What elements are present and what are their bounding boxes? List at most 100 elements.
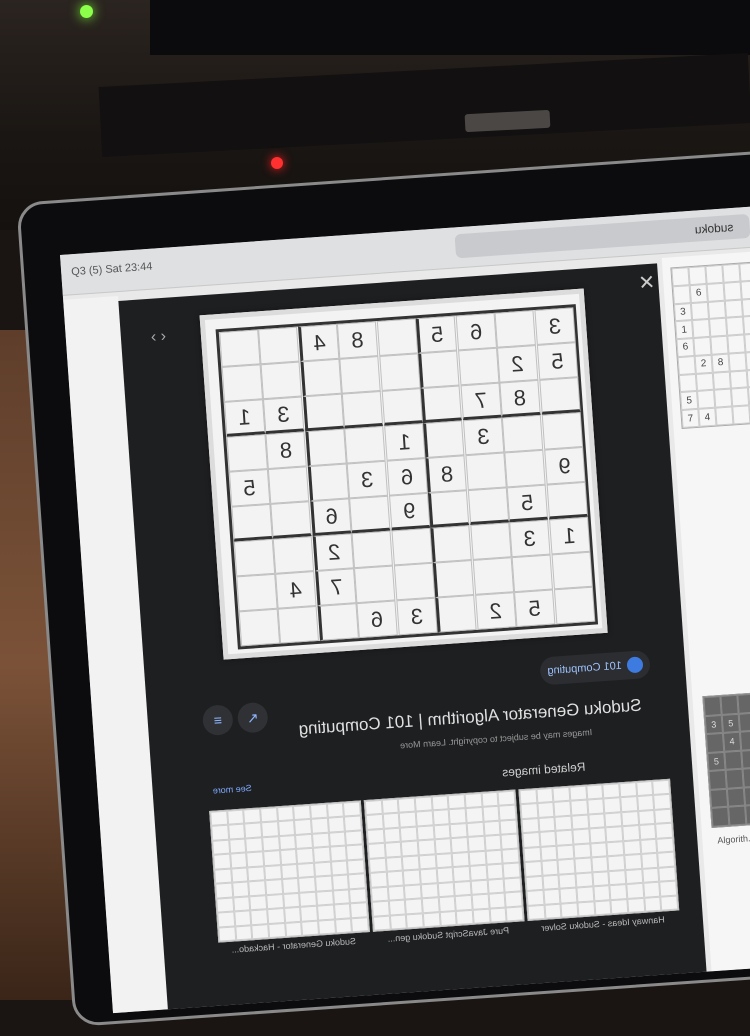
sudoku-cell: 1 xyxy=(223,399,266,437)
thumbnail-cell xyxy=(231,881,250,898)
thumbnail-cell xyxy=(569,785,587,802)
thumbnail-cell xyxy=(326,802,345,819)
mini-grid-cell xyxy=(706,733,725,753)
thumbnail-cell xyxy=(301,920,320,936)
related-thumbnail[interactable] xyxy=(518,778,680,922)
thumbnail-cell xyxy=(403,869,421,886)
thumbnail-cell xyxy=(466,821,485,838)
thumbnail-cell xyxy=(500,833,519,850)
thumbnail-cell xyxy=(234,924,253,941)
mini-grid-cell xyxy=(739,262,750,282)
thumbnail-cell xyxy=(484,834,502,851)
sudoku-cell xyxy=(393,562,436,601)
thumbnail-cell xyxy=(218,925,236,942)
sudoku-cell xyxy=(304,428,347,467)
mini-grid-cell: 4 xyxy=(698,407,717,427)
thumbnail-cell xyxy=(536,787,554,804)
thumbnail-cell xyxy=(369,871,388,888)
thumbnail-cell xyxy=(577,900,596,917)
sudoku-cell xyxy=(302,393,345,432)
thumbnail-cell xyxy=(519,789,538,805)
thumbnail-cell xyxy=(330,860,349,876)
thumbnail-cell xyxy=(499,819,518,835)
thumbnail-cell xyxy=(637,809,656,826)
mini-grid-cell xyxy=(709,318,728,337)
related-thumbnail[interactable] xyxy=(363,789,525,932)
thumbnail-cell xyxy=(388,899,407,916)
sudoku-cell xyxy=(538,377,581,415)
thumbnail-cell xyxy=(346,844,364,861)
thumbnail-cell xyxy=(653,794,672,810)
sudoku-cell xyxy=(260,361,303,400)
thumbnail-cell xyxy=(349,887,367,904)
thumbnail-cell xyxy=(263,850,281,867)
sudoku-cell xyxy=(299,358,342,397)
thumbnail-cell xyxy=(589,842,608,858)
mini-grid-cell: 3 xyxy=(673,302,693,322)
thumbnail-cell xyxy=(282,892,301,909)
sudoku-cell xyxy=(272,536,315,574)
mini-grid-cell xyxy=(728,805,747,826)
result-thumbnail[interactable]: 631628574 xyxy=(670,261,750,430)
thumbnail-cell xyxy=(502,862,521,879)
related-thumbnail[interactable] xyxy=(209,800,370,943)
thumbnail-cell xyxy=(450,837,469,853)
sudoku-image[interactable]: 4856325137881353689695231476325 xyxy=(199,288,608,660)
sudoku-cell: 2 xyxy=(496,345,539,383)
thumbnail-cell xyxy=(471,893,490,910)
thumbnail-cell xyxy=(371,900,390,917)
mini-grid-cell: 2 xyxy=(694,354,713,374)
mini-grid-cell xyxy=(738,712,750,732)
thumbnail-cell xyxy=(260,807,278,823)
thumbnail-cell xyxy=(329,845,348,862)
sudoku-cell xyxy=(341,390,384,429)
sudoku-cell: 6 xyxy=(454,312,497,351)
thumbnail-cell xyxy=(350,902,368,918)
sudoku-cell xyxy=(339,356,382,394)
nav-arrows-icon[interactable]: ‹ › xyxy=(150,328,166,347)
close-icon[interactable]: ✕ xyxy=(638,270,656,296)
thumbnail-cell xyxy=(619,782,637,798)
thumbnail-cell xyxy=(414,796,433,812)
mini-grid-cell xyxy=(745,804,750,825)
thumbnail-cell xyxy=(469,864,488,881)
thumbnail-cell xyxy=(370,886,389,902)
sudoku-cell: 4 xyxy=(297,323,340,362)
thumbnail-cell xyxy=(315,890,334,906)
sudoku-cell xyxy=(501,414,544,453)
mini-grid-cell xyxy=(741,749,750,769)
thumbnail-cell xyxy=(558,873,577,889)
thumbnail-cell xyxy=(486,863,504,880)
see-more-link[interactable]: See more xyxy=(212,783,252,796)
thumbnail-cell xyxy=(572,828,590,845)
mini-grid-cell xyxy=(725,768,744,789)
thumbnail-cell xyxy=(587,813,606,829)
mini-grid-cell xyxy=(715,406,734,426)
thumbnail-cell xyxy=(585,784,604,801)
mini-grid-cell xyxy=(703,696,722,716)
thumbnail-cell xyxy=(400,826,418,842)
sudoku-cell xyxy=(344,425,386,464)
thumbnail-cell xyxy=(217,911,235,928)
source-chip[interactable]: 101 Computing xyxy=(539,649,651,686)
menu-icon[interactable]: ≡ xyxy=(201,704,234,737)
sudoku-cell xyxy=(221,364,263,402)
thumbnail-cell xyxy=(590,856,609,873)
thumbnail-cell xyxy=(433,824,451,840)
mini-grid-cell xyxy=(712,371,731,391)
thumbnail-cell xyxy=(610,898,629,915)
thumbnail-cell xyxy=(381,798,400,815)
sudoku-cell xyxy=(381,388,423,426)
thumbnail-cell xyxy=(293,804,311,821)
thumbnail-cell xyxy=(573,843,591,859)
image-lightbox: ✕ ‹ › 4856325137881353689695231476325 ↗ … xyxy=(118,263,708,1014)
share-icon[interactable]: ↗ xyxy=(236,701,269,734)
thumbnail-cell xyxy=(247,866,266,882)
mini-grid-cell xyxy=(724,750,743,771)
sudoku-cell xyxy=(267,466,310,504)
mini-grid-cell xyxy=(742,767,750,788)
result-thumbnail[interactable]: 3545 xyxy=(702,690,750,828)
mini-grid-cell xyxy=(741,297,750,317)
thumbnail-cell xyxy=(603,797,622,814)
result-caption[interactable]: Algorith... xyxy=(717,833,750,846)
